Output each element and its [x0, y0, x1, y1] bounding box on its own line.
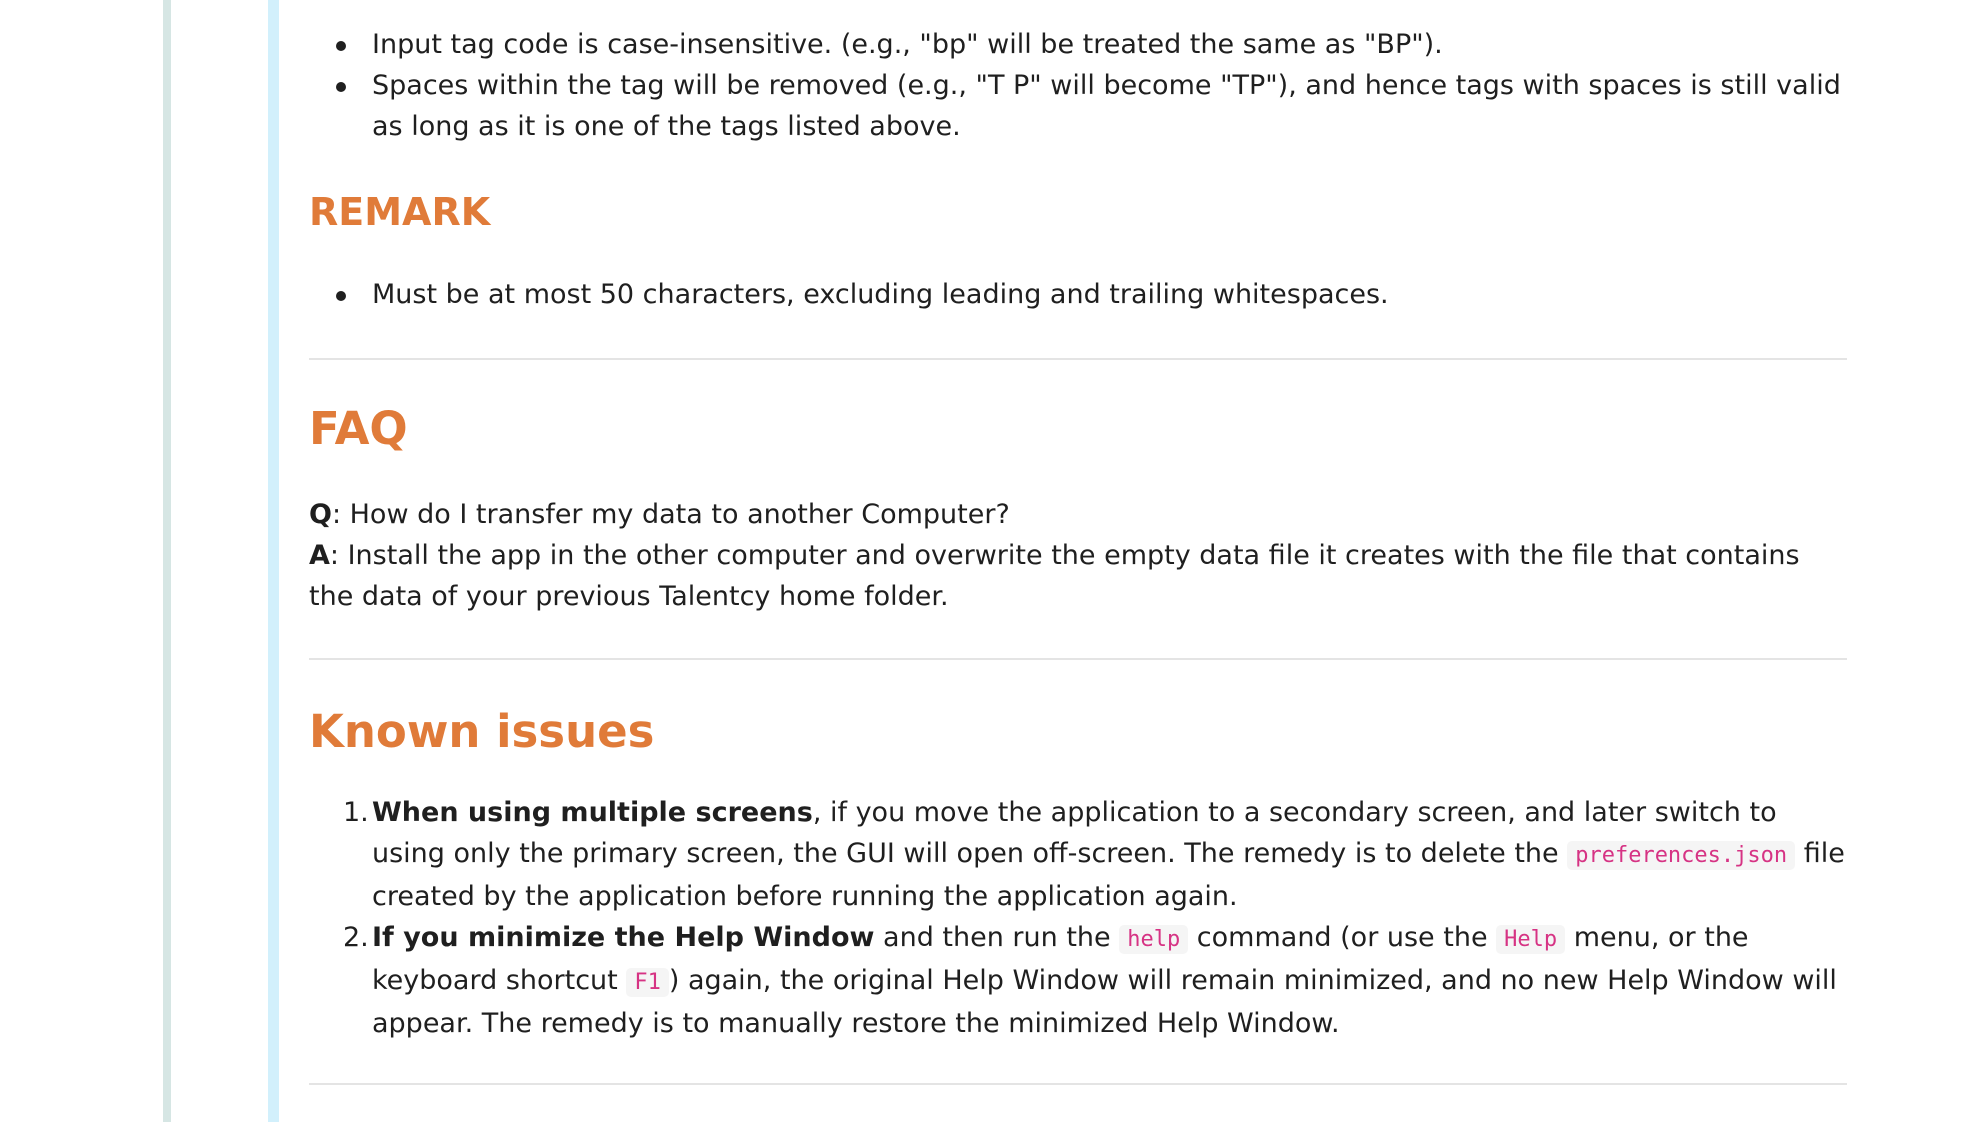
- list-item-text: Must be at most 50 characters, excluding…: [372, 279, 1389, 310]
- list-item: 2. If you minimize the Help Window and t…: [309, 917, 1847, 1044]
- faq-question: Q: How do I transfer my data to another …: [309, 494, 1839, 535]
- issue-text: command (or use the: [1188, 922, 1497, 953]
- question-label: Q: [309, 499, 332, 530]
- answer-text: : Install the app in the other computer …: [309, 540, 1800, 612]
- issue-title: If you minimize the Help Window: [372, 922, 875, 953]
- divider: [309, 358, 1847, 360]
- remark-heading: REMARK: [309, 190, 491, 234]
- list-item: Must be at most 50 characters, excluding…: [309, 274, 1847, 315]
- faq-answer: A: Install the app in the other computer…: [309, 535, 1839, 617]
- inline-code: preferences.json: [1567, 841, 1796, 870]
- known-issues-list: 1. When using multiple screens, if you m…: [309, 792, 1847, 1044]
- page: Input tag code is case-insensitive. (e.g…: [0, 0, 1983, 1122]
- bullet-icon: [336, 82, 346, 92]
- content-border: [268, 0, 279, 1122]
- remark-list: Must be at most 50 characters, excluding…: [309, 274, 1847, 315]
- faq-content: Q: How do I transfer my data to another …: [309, 494, 1839, 617]
- list-item-text: Input tag code is case-insensitive. (e.g…: [372, 29, 1443, 60]
- issue-text: and then run the: [874, 922, 1120, 953]
- list-item-number: 2.: [343, 922, 369, 953]
- inline-code: F1: [626, 968, 669, 997]
- list-item-text: Spaces within the tag will be removed (e…: [372, 70, 1841, 142]
- sidebar-border: [163, 0, 171, 1122]
- divider: [309, 1083, 1847, 1085]
- bullet-icon: [336, 291, 346, 301]
- known-issues-heading: Known issues: [309, 705, 655, 758]
- list-item: Spaces within the tag will be removed (e…: [309, 65, 1847, 147]
- tag-notes-list: Input tag code is case-insensitive. (e.g…: [309, 24, 1847, 147]
- list-item: 1. When using multiple screens, if you m…: [309, 792, 1847, 917]
- inline-code: Help: [1496, 925, 1566, 954]
- list-item: Input tag code is case-insensitive. (e.g…: [309, 24, 1847, 65]
- issue-title: When using multiple screens: [372, 797, 813, 828]
- question-text: : How do I transfer my data to another C…: [331, 499, 1010, 530]
- faq-heading: FAQ: [309, 402, 408, 455]
- answer-label: A: [309, 540, 330, 571]
- list-item-number: 1.: [343, 797, 369, 828]
- divider: [309, 658, 1847, 660]
- bullet-icon: [336, 41, 346, 51]
- inline-code: help: [1119, 925, 1189, 954]
